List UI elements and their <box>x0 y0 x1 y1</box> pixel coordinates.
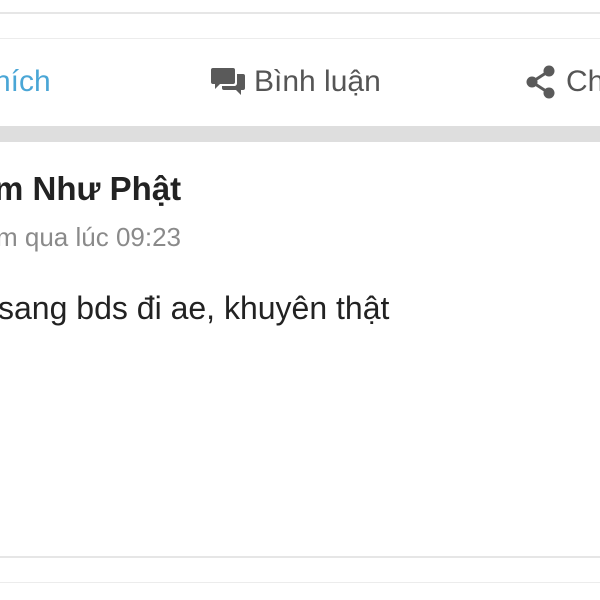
like-label: hích <box>0 65 51 98</box>
post-author-name[interactable]: m Như Phật <box>0 170 181 208</box>
comment-bubbles-icon <box>210 66 246 98</box>
share-button[interactable]: Ch <box>524 40 600 124</box>
like-button[interactable]: hích <box>0 40 51 124</box>
share-label: Ch <box>566 65 600 98</box>
top-divider <box>0 12 600 14</box>
post-screen: hích Bình luận Ch m Như Phật m qua lúc 0… <box>0 0 600 600</box>
bottom-divider-secondary <box>0 582 600 583</box>
post-card: m Như Phật m qua lúc 09:23 sang bds đi a… <box>0 142 600 556</box>
share-icon <box>524 64 558 100</box>
post-action-bar: hích Bình luận Ch <box>0 40 600 124</box>
post-timestamp[interactable]: m qua lúc 09:23 <box>0 222 181 253</box>
section-separator <box>0 126 600 142</box>
top-divider-secondary <box>0 38 600 39</box>
post-content: sang bds đi ae, khuyên thật <box>0 290 390 326</box>
comment-label: Bình luận <box>254 65 381 98</box>
bottom-divider <box>0 556 600 558</box>
comment-button[interactable]: Bình luận <box>210 40 381 124</box>
